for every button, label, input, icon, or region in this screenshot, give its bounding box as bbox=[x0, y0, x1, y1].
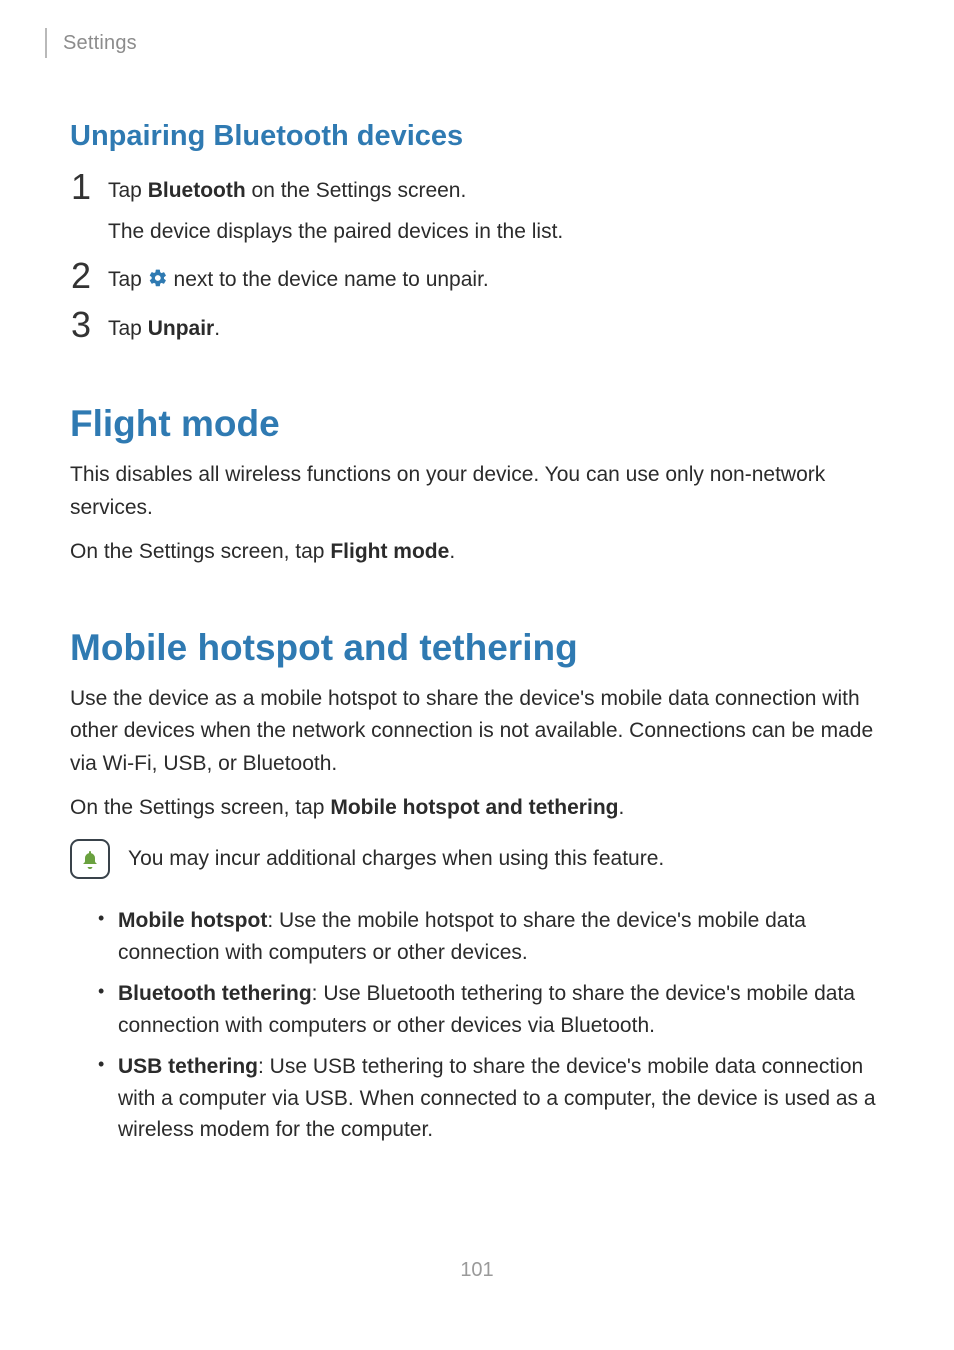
step-body: Tap Bluetooth on the Settings screen. Th… bbox=[108, 175, 563, 248]
step-text-post: . bbox=[214, 317, 220, 340]
flight-p2-pre: On the Settings screen, tap bbox=[70, 540, 330, 563]
step-text-bold: Unpair bbox=[148, 317, 215, 340]
flight-p2-post: . bbox=[449, 540, 455, 563]
feature-usb-tethering: USB tethering: Use USB tethering to shar… bbox=[98, 1051, 884, 1146]
note-badge bbox=[70, 839, 110, 879]
section-hotspot: Mobile hotspot and tethering Use the dev… bbox=[70, 627, 884, 1146]
step-number: 3 bbox=[70, 307, 92, 343]
feature-bluetooth-tethering: Bluetooth tethering: Use Bluetooth tethe… bbox=[98, 978, 884, 1041]
page-number: 101 bbox=[0, 1259, 954, 1282]
bell-icon bbox=[78, 847, 102, 871]
breadcrumb-divider bbox=[45, 28, 47, 58]
step-text-bold: Bluetooth bbox=[148, 179, 246, 202]
hotspot-p2: On the Settings screen, tap Mobile hotsp… bbox=[70, 792, 884, 825]
document-page: Settings Unpairing Bluetooth devices 1 T… bbox=[0, 0, 954, 1350]
step-body: Tap Unpair. bbox=[108, 313, 220, 346]
step-number: 1 bbox=[70, 169, 92, 205]
feature-list: Mobile hotspot: Use the mobile hotspot t… bbox=[70, 905, 884, 1146]
gear-icon bbox=[148, 268, 168, 288]
step-1: 1 Tap Bluetooth on the Settings screen. … bbox=[70, 175, 884, 248]
heading-hotspot: Mobile hotspot and tethering bbox=[70, 627, 884, 669]
step-number: 2 bbox=[70, 258, 92, 294]
section-flight-mode: Flight mode This disables all wireless f… bbox=[70, 403, 884, 569]
hotspot-p1: Use the device as a mobile hotspot to sh… bbox=[70, 683, 884, 781]
section-unpairing: Unpairing Bluetooth devices 1 Tap Blueto… bbox=[70, 120, 884, 345]
hotspot-p2-pre: On the Settings screen, tap bbox=[70, 796, 330, 819]
feature-bold: Bluetooth tethering bbox=[118, 982, 312, 1005]
hotspot-p2-bold: Mobile hotspot and tethering bbox=[330, 796, 618, 819]
feature-mobile-hotspot: Mobile hotspot: Use the mobile hotspot t… bbox=[98, 905, 884, 968]
step-2: 2 Tap next to the device name to unpair. bbox=[70, 264, 884, 297]
heading-flight-mode: Flight mode bbox=[70, 403, 884, 445]
step-text-post: next to the device name to unpair. bbox=[168, 268, 489, 291]
breadcrumb: Settings bbox=[45, 28, 884, 58]
step-3: 3 Tap Unpair. bbox=[70, 313, 884, 346]
breadcrumb-label: Settings bbox=[63, 32, 137, 55]
note-callout: You may incur additional charges when us… bbox=[70, 839, 884, 879]
heading-unpairing: Unpairing Bluetooth devices bbox=[70, 120, 884, 153]
step-text-pre: Tap bbox=[108, 179, 148, 202]
step-text-pre: Tap bbox=[108, 268, 148, 291]
hotspot-p2-post: . bbox=[618, 796, 624, 819]
feature-bold: USB tethering bbox=[118, 1055, 258, 1078]
step-text-pre: Tap bbox=[108, 317, 148, 340]
step-subtext: The device displays the paired devices i… bbox=[108, 216, 563, 249]
step-text-post: on the Settings screen. bbox=[246, 179, 467, 202]
step-body: Tap next to the device name to unpair. bbox=[108, 264, 489, 297]
note-text: You may incur additional charges when us… bbox=[128, 847, 664, 871]
flight-p2-bold: Flight mode bbox=[330, 540, 449, 563]
flight-p1: This disables all wireless functions on … bbox=[70, 459, 884, 524]
flight-p2: On the Settings screen, tap Flight mode. bbox=[70, 536, 884, 569]
feature-bold: Mobile hotspot bbox=[118, 909, 267, 932]
steps-list: 1 Tap Bluetooth on the Settings screen. … bbox=[70, 175, 884, 345]
